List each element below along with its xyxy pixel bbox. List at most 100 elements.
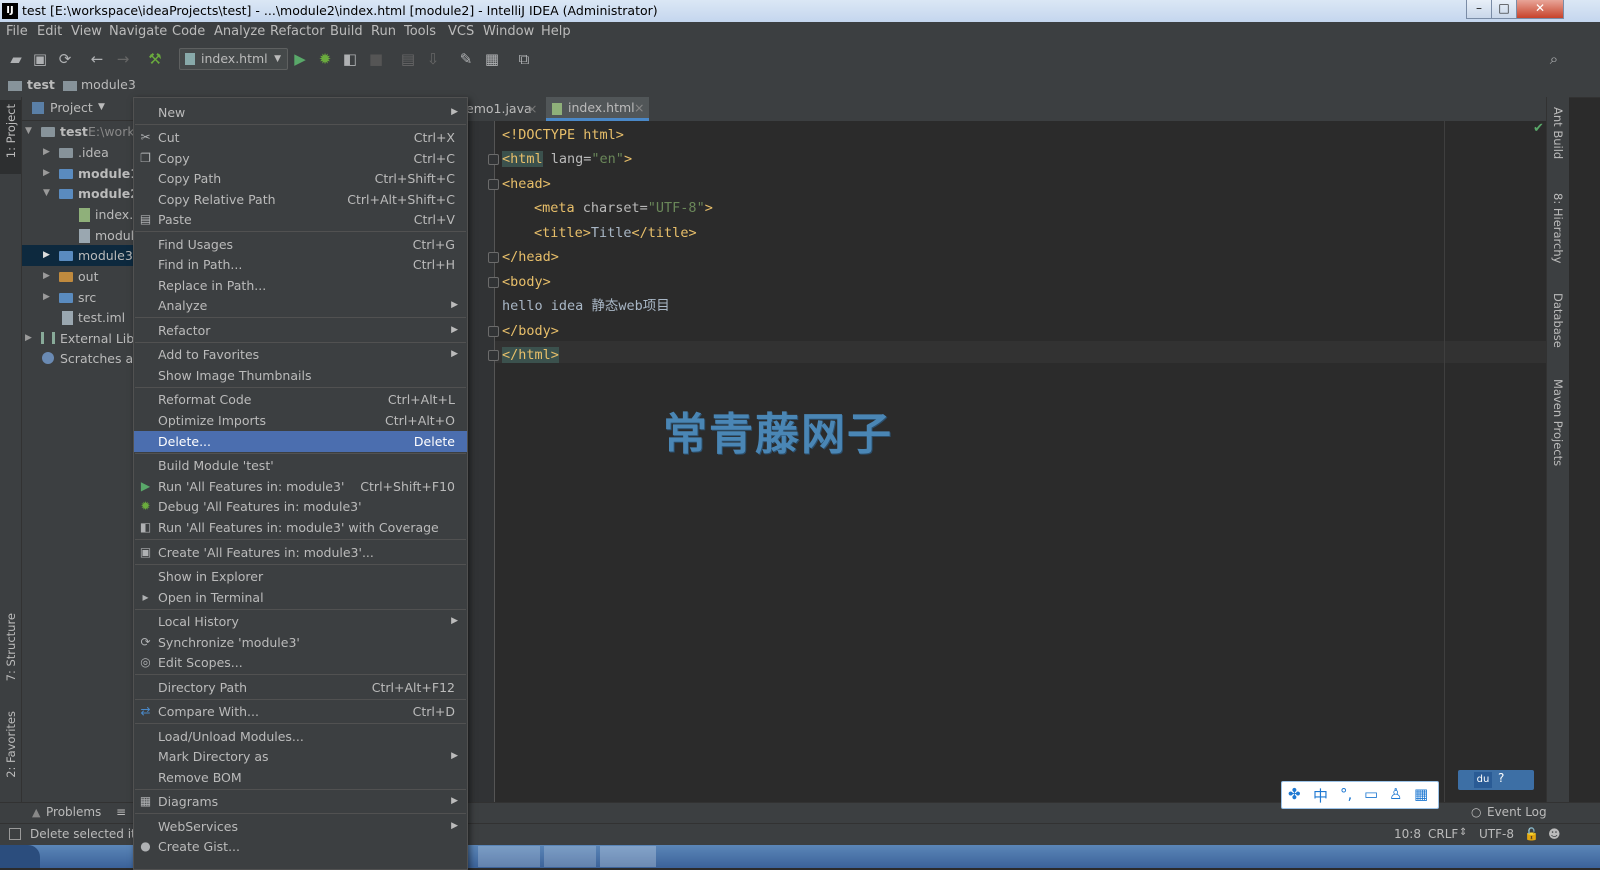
tree-item-module3[interactable]: ▶ module3 — [22, 245, 134, 266]
maximize-button[interactable]: □ — [1491, 0, 1517, 19]
tree-item-scratches[interactable]: Scratches an — [22, 348, 134, 369]
menu-tools[interactable]: Tools — [404, 24, 436, 39]
tree-item-src[interactable]: ▶ src — [22, 287, 134, 308]
fold-marker[interactable] — [488, 277, 499, 288]
user-icon[interactable]: ♙ — [1389, 785, 1402, 803]
ime-toolbar[interactable]: ✤ 中 °, ▭ ♙ ▦ — [1281, 781, 1439, 809]
fold-marker[interactable] — [488, 350, 499, 361]
tree-item-out[interactable]: ▶ out — [22, 266, 134, 287]
menu-item-replace-in-path[interactable]: Replace in Path... — [134, 275, 467, 296]
fold-marker[interactable] — [488, 326, 499, 337]
menu-item-webservices[interactable]: WebServices ▶ — [134, 816, 467, 837]
menu-item-open-terminal[interactable]: ▸ Open in Terminal — [134, 587, 467, 608]
paw-icon[interactable]: ✤ — [1288, 785, 1301, 803]
menu-item-find-usages[interactable]: Find Usages Ctrl+G — [134, 234, 467, 255]
menu-item-directory-path[interactable]: Directory Path Ctrl+Alt+F12 — [134, 677, 467, 698]
fold-marker[interactable] — [488, 154, 499, 165]
menu-item-mark-directory[interactable]: Mark Directory as ▶ — [134, 746, 467, 767]
hector-icon[interactable]: ☻ — [1548, 827, 1561, 841]
project-structure-icon[interactable]: ▦ — [483, 50, 501, 68]
menu-code[interactable]: Code — [172, 24, 205, 39]
menu-window[interactable]: Window — [483, 24, 534, 39]
sync-icon[interactable]: ⟳ — [56, 50, 74, 68]
menu-item-copy[interactable]: ❐ Copy Ctrl+C — [134, 148, 467, 169]
menu-item-synchronize[interactable]: ⟳ Synchronize 'module3' — [134, 632, 467, 653]
favorites-tool-button[interactable]: 2: Favorites — [4, 711, 18, 778]
lock-icon[interactable]: 🔓 — [1524, 827, 1539, 841]
grid-icon[interactable]: ▦ — [1414, 785, 1428, 803]
breadcrumb-module[interactable]: module3 — [81, 77, 136, 92]
menu-item-show-thumbnails[interactable]: Show Image Thumbnails — [134, 365, 467, 386]
line-separator[interactable]: CRLF — [1428, 827, 1458, 841]
stop-icon[interactable]: ■ — [367, 50, 385, 68]
debug-icon[interactable]: ✹ — [316, 50, 334, 68]
tab-index-html[interactable]: index.html × — [546, 97, 649, 121]
close-icon[interactable]: × — [527, 97, 537, 121]
structure-tool-button[interactable]: 7: Structure — [4, 613, 18, 681]
menu-item-remove-bom[interactable]: Remove BOM — [134, 767, 467, 788]
run-config-select[interactable]: index.html ▼ — [179, 48, 288, 70]
menu-item-copy-relative-path[interactable]: Copy Relative Path Ctrl+Alt+Shift+C — [134, 189, 467, 210]
menu-run[interactable]: Run — [371, 24, 396, 39]
menu-vcs[interactable]: VCS — [448, 24, 474, 39]
menu-item-new[interactable]: New ▶ — [134, 102, 467, 123]
menu-item-reformat-code[interactable]: Reformat Code Ctrl+Alt+L — [134, 389, 467, 410]
tree-item-module-iml[interactable]: modul — [22, 225, 134, 246]
close-icon[interactable]: × — [634, 96, 644, 120]
menu-item-create-gist[interactable]: ● Create Gist... — [134, 836, 467, 857]
attach-icon[interactable]: ▤ — [399, 50, 417, 68]
menu-navigate[interactable]: Navigate — [109, 24, 167, 39]
menu-item-refactor[interactable]: Refactor ▶ — [134, 320, 467, 341]
help-icon[interactable]: ? — [1498, 771, 1504, 785]
menu-item-find-in-path[interactable]: Find in Path... Ctrl+H — [134, 254, 467, 275]
taskbar-item[interactable] — [600, 846, 656, 867]
breadcrumb-project[interactable]: test — [27, 77, 55, 92]
save-icon[interactable]: ▣ — [31, 50, 49, 68]
maven-tool-button[interactable]: Maven Projects — [1551, 379, 1565, 466]
ime-status-widget[interactable]: du ? — [1458, 770, 1534, 790]
file-encoding[interactable]: UTF-8 — [1479, 827, 1514, 841]
menu-file[interactable]: File — [6, 24, 28, 39]
menu-item-paste[interactable]: ▤ Paste Ctrl+V — [134, 209, 467, 230]
terminal-list-icon[interactable]: ≡ — [116, 805, 126, 819]
back-icon[interactable]: ← — [88, 50, 106, 68]
run-icon[interactable]: ▶ — [291, 50, 309, 68]
fold-marker[interactable] — [488, 179, 499, 190]
tree-item-idea[interactable]: ▶ .idea — [22, 142, 134, 163]
chevron-down-icon[interactable]: ▼ — [98, 102, 105, 112]
tree-item-index-html[interactable]: index.h — [22, 204, 134, 225]
settings-wrench-icon[interactable]: ✎ — [457, 50, 475, 68]
menu-item-run-coverage[interactable]: ◧ Run 'All Features in: module3' with Cov… — [134, 517, 467, 538]
menu-item-load-unload[interactable]: Load/Unload Modules... — [134, 726, 467, 747]
project-tool-button[interactable]: 1: Project — [0, 100, 21, 174]
project-panel-title[interactable]: Project — [50, 100, 93, 115]
keyboard-icon[interactable]: ▭ — [1364, 785, 1378, 803]
menu-item-local-history[interactable]: Local History ▶ — [134, 611, 467, 632]
minimize-button[interactable]: – — [1466, 0, 1492, 19]
menu-item-edit-scopes[interactable]: ◎ Edit Scopes... — [134, 652, 467, 673]
tool-windows-icon[interactable] — [9, 828, 21, 840]
menu-item-debug-all[interactable]: ✹ Debug 'All Features in: module3' — [134, 496, 467, 517]
menu-item-run-all[interactable]: ▶ Run 'All Features in: module3' Ctrl+Shif… — [134, 476, 467, 497]
menu-item-create-config[interactable]: ▣ Create 'All Features in: module3'... — [134, 542, 467, 563]
tree-item-external-libraries[interactable]: ▶ External Libra — [22, 328, 134, 349]
menu-item-analyze[interactable]: Analyze ▶ — [134, 295, 467, 316]
hierarchy-tool-button[interactable]: 8: Hierarchy — [1551, 193, 1565, 263]
code-editor[interactable]: ✔ <!DOCTYPE html> <html lang="en"> <head… — [466, 121, 1546, 802]
menu-item-copy-path[interactable]: Copy Path Ctrl+Shift+C — [134, 168, 467, 189]
menu-item-add-to-favorites[interactable]: Add to Favorites ▶ — [134, 344, 467, 365]
tree-item-test[interactable]: ▼ test E:\work — [22, 121, 134, 142]
punctuation-icon[interactable]: °, — [1340, 785, 1352, 803]
menu-view[interactable]: View — [71, 24, 102, 39]
forward-icon[interactable]: → — [114, 50, 132, 68]
build-hammer-icon[interactable]: ⚒ — [146, 50, 164, 68]
menu-refactor[interactable]: Refactor — [270, 24, 325, 39]
menu-build[interactable]: Build — [330, 24, 363, 39]
taskbar-item[interactable] — [544, 846, 596, 867]
taskbar-item[interactable] — [478, 846, 540, 867]
problems-tool-button[interactable]: Problems — [46, 805, 101, 819]
sdk-icon[interactable]: ⧉ — [515, 50, 533, 68]
tree-item-test-iml[interactable]: test.iml — [22, 307, 134, 328]
menu-edit[interactable]: Edit — [37, 24, 62, 39]
menu-help[interactable]: Help — [541, 24, 571, 39]
